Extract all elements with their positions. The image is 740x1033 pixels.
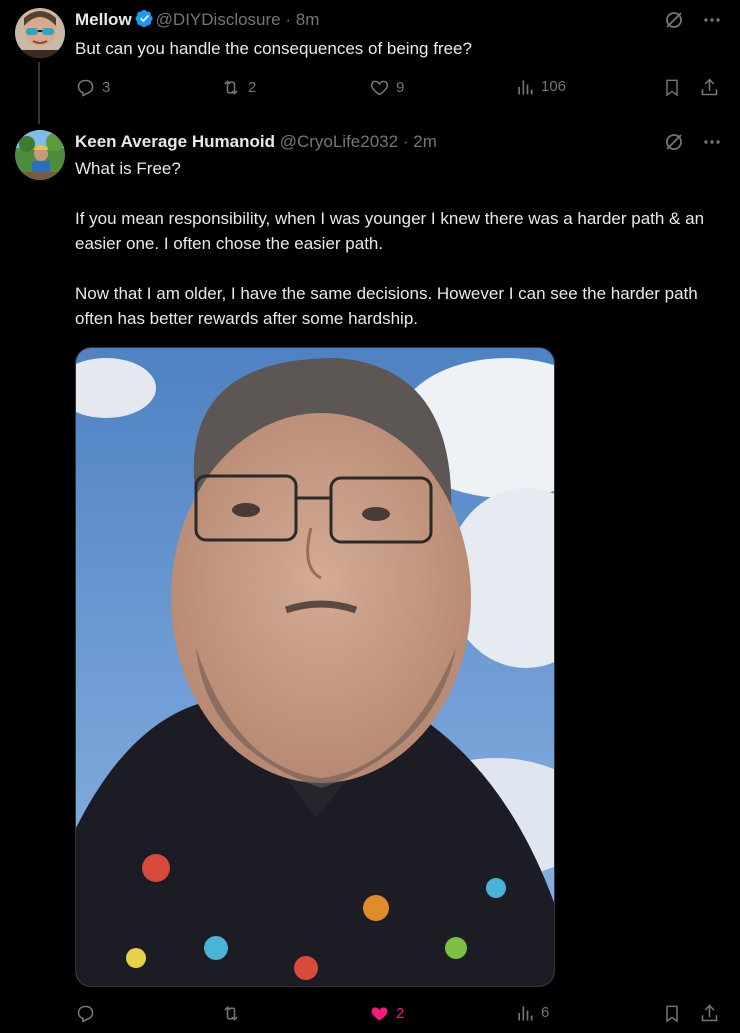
bookmark-button[interactable] <box>662 1003 682 1024</box>
repost-count: 2 <box>248 78 257 96</box>
views-icon <box>515 77 535 97</box>
thread-line <box>38 62 40 124</box>
handle[interactable]: @CryoLife2032 <box>280 132 398 151</box>
avatar[interactable] <box>15 130 65 180</box>
reply-count: 3 <box>102 78 111 96</box>
like-icon <box>369 77 390 98</box>
views-count: 106 <box>541 78 567 95</box>
reply-icon <box>75 77 96 98</box>
reply-icon <box>75 1003 96 1024</box>
tweet-text-paragraph: Now that I am older, I have the same dec… <box>75 284 698 328</box>
selfie-image <box>76 348 554 986</box>
like-icon <box>369 1003 390 1024</box>
tweet-text-line: What is Free? <box>75 159 181 178</box>
bookmark-icon <box>662 1003 682 1024</box>
tweet-text-line: But can you handle the consequences of b… <box>75 39 472 58</box>
like-button[interactable]: 9 <box>369 77 404 98</box>
repost-button[interactable] <box>220 1003 248 1024</box>
separator: · <box>285 10 292 29</box>
views-icon <box>515 1003 535 1023</box>
share-button[interactable] <box>699 77 720 98</box>
like-count: 9 <box>396 78 405 96</box>
tweet-text-paragraph: If you mean responsibility, when I was y… <box>75 209 705 253</box>
verified-badge-icon <box>135 9 154 34</box>
share-button[interactable] <box>699 1003 720 1024</box>
timestamp[interactable]: 2m <box>413 132 437 151</box>
bookmark-button[interactable] <box>662 77 682 98</box>
tweet-text: But can you handle the consequences of b… <box>75 36 715 61</box>
more-icon[interactable] <box>702 10 722 35</box>
reply-button[interactable]: 3 <box>75 77 110 98</box>
tweet-header: Mellow @DIYDisclosure · 8m <box>75 9 319 34</box>
like-count: 2 <box>396 1004 405 1022</box>
more-icon[interactable] <box>702 132 722 157</box>
handle[interactable]: @DIYDisclosure <box>156 10 281 29</box>
repost-icon <box>220 1003 242 1024</box>
views-button[interactable]: 106 <box>515 77 566 97</box>
tweet-header: Keen Average Humanoid @CryoLife2032 · 2m <box>75 131 437 153</box>
display-name[interactable]: Keen Average Humanoid <box>75 132 275 151</box>
reply-button[interactable] <box>75 1003 102 1024</box>
tweet-parent[interactable]: Mellow @DIYDisclosure · 8m But can you ha… <box>0 0 740 130</box>
like-button[interactable]: 2 <box>369 1003 404 1024</box>
action-bar: 3 2 9 106 <box>75 77 725 101</box>
avatar[interactable] <box>15 8 65 58</box>
views-count: 6 <box>541 1004 550 1021</box>
tweet-photo[interactable] <box>75 347 555 987</box>
repost-icon <box>220 77 242 98</box>
timestamp[interactable]: 8m <box>296 10 320 29</box>
views-button[interactable]: 6 <box>515 1003 549 1023</box>
repost-button[interactable]: 2 <box>220 77 256 98</box>
separator: · <box>402 132 409 151</box>
display-name[interactable]: Mellow <box>75 10 132 29</box>
action-bar: 2 6 <box>75 1003 725 1027</box>
bookmark-icon <box>662 77 682 98</box>
grok-icon[interactable] <box>664 132 684 157</box>
share-icon <box>699 77 720 98</box>
grok-icon[interactable] <box>664 10 684 35</box>
tweet-text: What is Free? If you mean responsibility… <box>75 156 715 331</box>
share-icon <box>699 1003 720 1024</box>
